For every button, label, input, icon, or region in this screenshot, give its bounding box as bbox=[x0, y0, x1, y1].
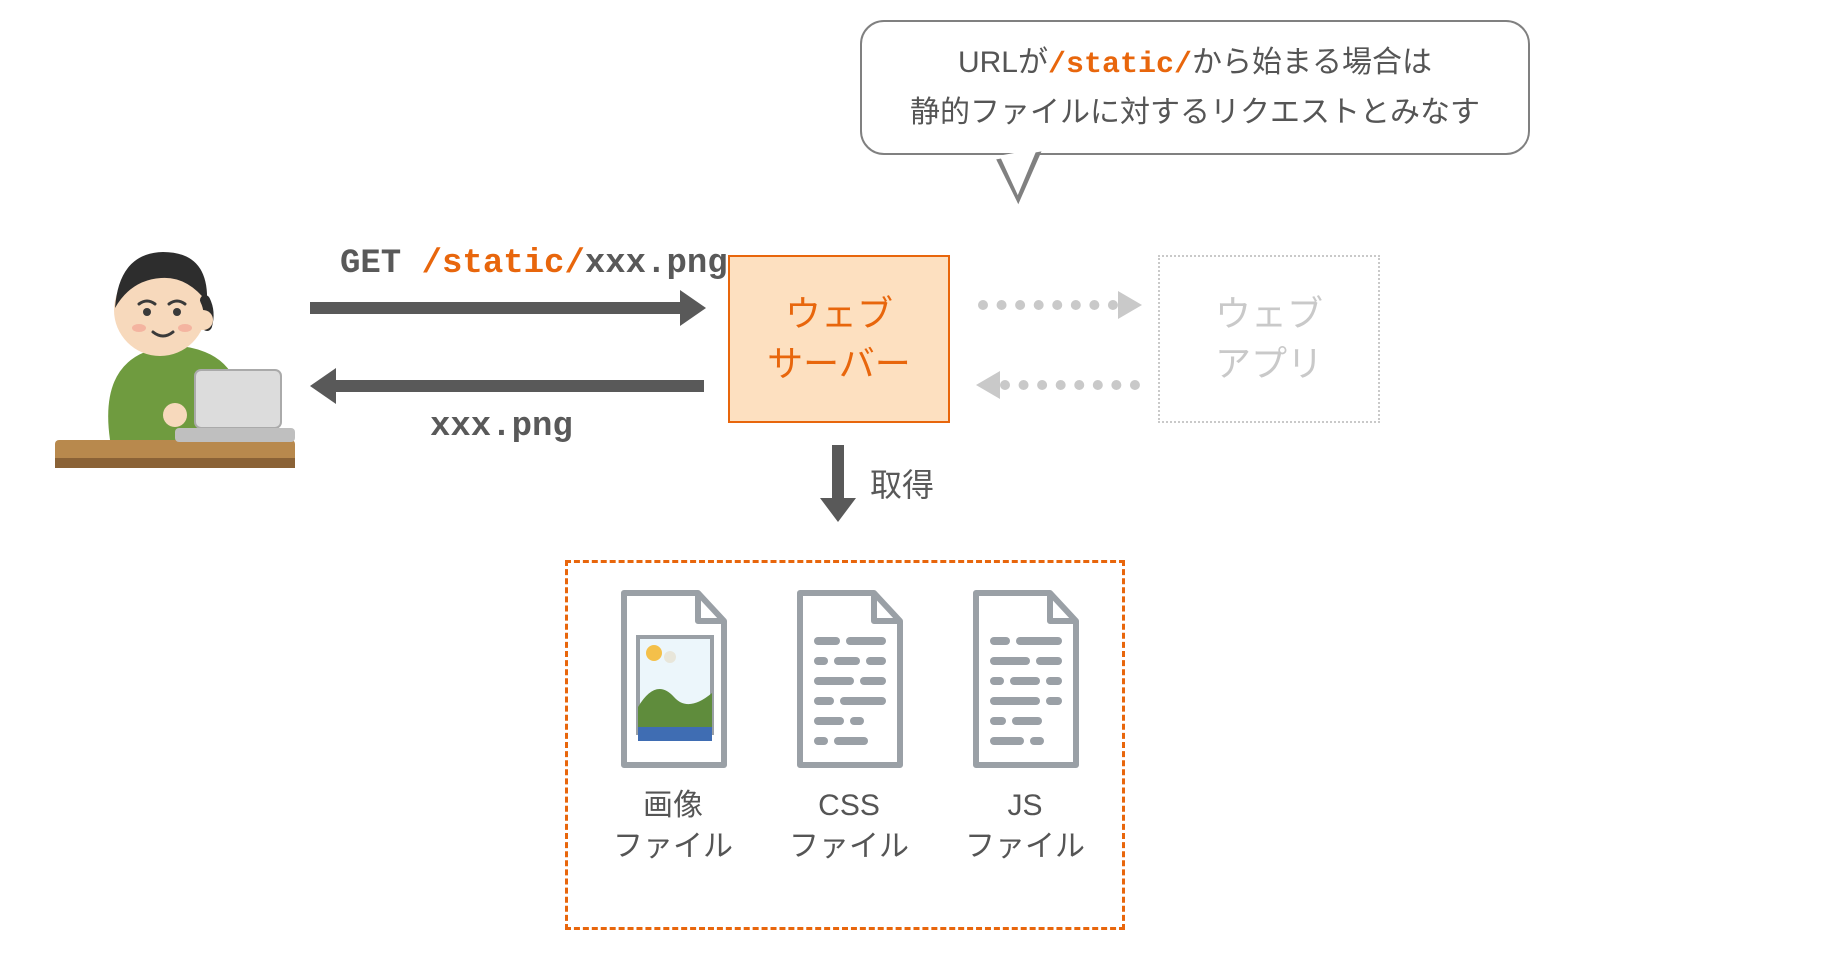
web-server-box: ウェブ サーバー bbox=[728, 255, 950, 423]
static-files-area: 画像 ファイル bbox=[565, 560, 1125, 930]
file-image-line-2: ファイル bbox=[613, 830, 733, 863]
file-css-line-2: ファイル bbox=[789, 830, 909, 863]
forward-arrow-dashed bbox=[978, 300, 1118, 310]
file-item-css: CSS ファイル bbox=[764, 587, 934, 867]
file-css-line-1: CSS bbox=[818, 789, 880, 822]
file-js-line-1: JS bbox=[1007, 789, 1042, 822]
return-arrow-dashed bbox=[1000, 380, 1140, 390]
js-file-icon bbox=[950, 587, 1100, 777]
user-illustration bbox=[55, 230, 295, 490]
css-file-icon bbox=[774, 587, 924, 777]
app-line-2: アプリ bbox=[1215, 343, 1323, 384]
bubble-line-1: URLが/static/から始まる場合は bbox=[958, 39, 1432, 89]
request-path-highlight: /static/ bbox=[422, 245, 585, 283]
file-image-line-1: 画像 bbox=[643, 789, 703, 822]
bubble-suffix: から始まる場合は bbox=[1192, 46, 1432, 79]
file-item-image: 画像 ファイル bbox=[588, 587, 758, 867]
bubble-highlight: /static/ bbox=[1048, 48, 1192, 82]
server-line-2: サーバー bbox=[767, 343, 911, 384]
image-file-icon bbox=[598, 587, 748, 777]
request-method: GET bbox=[340, 245, 422, 283]
speech-bubble: URLが/static/から始まる場合は 静的ファイルに対するリクエストとみなす bbox=[860, 20, 1530, 155]
bubble-line-2: 静的ファイルに対するリクエストとみなす bbox=[910, 89, 1480, 137]
file-item-js: JS ファイル bbox=[940, 587, 1110, 867]
bubble-prefix: URLが bbox=[958, 46, 1048, 79]
fetch-label: 取得 bbox=[870, 460, 934, 506]
diagram-canvas: URLが/static/から始まる場合は 静的ファイルに対するリクエストとみなす bbox=[0, 0, 1840, 954]
app-line-1: ウェブ bbox=[1215, 293, 1323, 334]
fetch-arrow bbox=[832, 445, 844, 500]
file-js-line-2: ファイル bbox=[965, 830, 1085, 863]
server-line-1: ウェブ bbox=[785, 293, 893, 334]
response-label: xxx.png bbox=[430, 408, 573, 446]
request-arrow bbox=[310, 302, 680, 314]
request-label: GET /static/xxx.png bbox=[340, 245, 728, 283]
web-app-box: ウェブ アプリ bbox=[1158, 255, 1380, 423]
response-arrow bbox=[336, 380, 704, 392]
request-path-rest: xxx.png bbox=[585, 245, 728, 283]
